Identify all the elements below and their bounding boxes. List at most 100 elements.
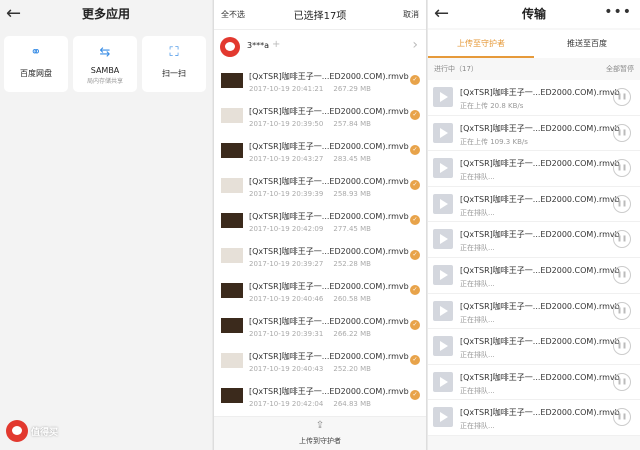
check-icon[interactable]: ✓ xyxy=(410,320,420,330)
list-item[interactable]: [QxTSR]咖啡王子一...ED2000.COM).rmvb 正在排队... ❚❚ xyxy=(428,186,640,223)
logo-text: 值得买 xyxy=(31,428,59,438)
app-baidu-netdisk[interactable]: ⚭ 百度网盘 xyxy=(4,36,68,92)
pause-icon[interactable]: ❚❚ xyxy=(613,123,631,142)
list-item[interactable]: [QxTSR]咖啡王子一...ED2000.COM).rmvb 正在排队... ❚❚ xyxy=(428,293,640,330)
list-item[interactable]: [QxTSR]咖啡王子一...ED2000.COM).rmvb 2017-10-1… xyxy=(214,169,426,204)
pause-icon[interactable]: ❚❚ xyxy=(613,372,631,391)
file-size: 258.93 MB xyxy=(333,190,371,198)
file-meta: 2017-10-19 20:39:50 257.84 MB xyxy=(249,120,371,128)
pause-icon[interactable]: ❚❚ xyxy=(613,408,631,427)
file-list: [QxTSR]咖啡王子一...ED2000.COM).rmvb 2017-10-1… xyxy=(214,64,426,414)
list-item[interactable]: [QxTSR]咖啡王子一...ED2000.COM).rmvb 2017-10-1… xyxy=(214,64,426,99)
logo-icon xyxy=(6,420,28,442)
check-icon[interactable]: ✓ xyxy=(410,285,420,295)
file-name: [QxTSR]咖啡王子一...ED2000.COM).rmvb xyxy=(460,372,620,382)
tab-push-baidu[interactable]: 推送至百度 xyxy=(534,30,640,58)
upload-status: 正在排队... xyxy=(460,315,495,324)
list-item[interactable]: [QxTSR]咖啡王子一...ED2000.COM).rmvb 2017-10-1… xyxy=(214,379,426,414)
list-item[interactable]: [QxTSR]咖啡王子一...ED2000.COM).rmvb 2017-10-1… xyxy=(214,204,426,239)
list-item[interactable]: [QxTSR]咖啡王子一...ED2000.COM).rmvb 正在排队... ❚❚ xyxy=(428,222,640,258)
check-icon[interactable]: ✓ xyxy=(410,180,420,190)
pause-icon[interactable]: ❚❚ xyxy=(613,337,631,356)
cancel-button[interactable]: 取消 xyxy=(403,9,419,20)
list-item[interactable]: [QxTSR]咖啡王子一...ED2000.COM).rmvb 2017-10-1… xyxy=(214,134,426,169)
upload-status: 正在上传 109.3 KB/s xyxy=(460,137,528,146)
file-name: [QxTSR]咖啡王子一...ED2000.COM).rmvb xyxy=(460,337,620,347)
app-scan[interactable]: ⛶ 扫一扫 xyxy=(142,36,206,92)
pause-all-button[interactable]: 全部暂停 xyxy=(606,64,634,74)
file-size: 257.84 MB xyxy=(333,120,371,128)
list-item[interactable]: [QxTSR]咖啡王子一...ED2000.COM).rmvb 正在上传 20.8… xyxy=(428,80,640,116)
more-icon[interactable]: ••• xyxy=(604,4,632,20)
list-item[interactable]: [QxTSR]咖啡王子一...ED2000.COM).rmvb 正在排队... ❚❚ xyxy=(428,257,640,294)
pause-icon[interactable]: ❚❚ xyxy=(613,194,631,213)
file-name: [QxTSR]咖啡王子一...ED2000.COM).rmvb xyxy=(249,72,409,81)
file-meta: 2017-10-19 20:39:27 252.28 MB xyxy=(249,260,371,268)
list-item[interactable]: [QxTSR]咖啡王子一...ED2000.COM).rmvb 2017-10-1… xyxy=(214,344,426,379)
file-date: 2017-10-19 20:39:50 xyxy=(249,120,324,128)
video-file-icon xyxy=(433,193,453,214)
video-file-icon xyxy=(433,264,453,285)
tab-upload-guardian[interactable]: 上传至守护者 xyxy=(428,30,534,58)
file-meta: 2017-10-19 20:40:43 252.20 MB xyxy=(249,365,371,373)
tab-bar: 上传至守护者 推送至百度 xyxy=(428,30,640,58)
file-date: 2017-10-19 20:39:27 xyxy=(249,260,324,268)
watermark-logo: 值得买 xyxy=(6,420,76,442)
list-item[interactable]: [QxTSR]咖啡王子一...ED2000.COM).rmvb 正在排队... ❚❚ xyxy=(428,364,640,401)
pause-icon[interactable]: ❚❚ xyxy=(613,88,631,106)
file-name: [QxTSR]咖啡王子一...ED2000.COM).rmvb xyxy=(460,408,620,418)
file-size: 267.29 MB xyxy=(333,85,371,93)
video-thumbnail xyxy=(221,178,243,193)
video-file-icon xyxy=(433,229,453,250)
video-file-icon xyxy=(433,371,453,392)
pause-icon[interactable]: ❚❚ xyxy=(613,301,631,320)
pause-icon[interactable]: ❚❚ xyxy=(613,230,631,249)
account-row[interactable]: 3***a + › xyxy=(214,32,426,62)
list-item[interactable]: [QxTSR]咖啡王子一...ED2000.COM).rmvb 2017-10-1… xyxy=(214,239,426,274)
check-icon[interactable]: ✓ xyxy=(410,250,420,260)
list-item[interactable]: [QxTSR]咖啡王子一...ED2000.COM).rmvb 正在上传 109.… xyxy=(428,115,640,152)
file-date: 2017-10-19 20:40:46 xyxy=(249,295,324,303)
list-item[interactable]: [QxTSR]咖啡王子一...ED2000.COM).rmvb 正在排队... ❚❚ xyxy=(428,151,640,187)
file-name: [QxTSR]咖啡王子一...ED2000.COM).rmvb xyxy=(249,317,409,326)
cloud-icon: ⚭ xyxy=(30,45,42,60)
video-thumbnail xyxy=(221,143,243,158)
file-meta: 2017-10-19 20:42:09 277.45 MB xyxy=(249,225,371,233)
check-icon[interactable]: ✓ xyxy=(410,75,420,85)
pause-icon[interactable]: ❚❚ xyxy=(613,159,631,178)
file-date: 2017-10-19 20:39:39 xyxy=(249,190,324,198)
upload-status: 正在排队... xyxy=(460,208,495,217)
file-meta: 2017-10-19 20:41:21 267.29 MB xyxy=(249,85,371,93)
check-icon[interactable]: ✓ xyxy=(410,390,420,400)
in-progress-label: 进行中（17） xyxy=(434,65,478,73)
check-icon[interactable]: ✓ xyxy=(410,145,420,155)
app-samba[interactable]: ⇆ SAMBA 局内存储共享 xyxy=(73,36,137,92)
file-date: 2017-10-19 20:39:31 xyxy=(249,330,324,338)
check-icon[interactable]: ✓ xyxy=(410,355,420,365)
file-size: 252.28 MB xyxy=(333,260,371,268)
list-item[interactable]: [QxTSR]咖啡王子一...ED2000.COM).rmvb 正在排队... ❚❚ xyxy=(428,400,640,436)
list-item[interactable]: [QxTSR]咖啡王子一...ED2000.COM).rmvb 2017-10-1… xyxy=(214,99,426,134)
check-icon[interactable]: ✓ xyxy=(410,215,420,225)
file-name: [QxTSR]咖啡王子一...ED2000.COM).rmvb xyxy=(460,88,620,97)
file-name: [QxTSR]咖啡王子一...ED2000.COM).rmvb xyxy=(460,230,620,240)
video-thumbnail xyxy=(221,248,243,263)
file-date: 2017-10-19 20:43:27 xyxy=(249,155,324,163)
chevron-right-icon: › xyxy=(412,37,418,53)
upload-status: 正在排队... xyxy=(460,279,495,288)
list-item[interactable]: [QxTSR]咖啡王子一...ED2000.COM).rmvb 2017-10-1… xyxy=(214,274,426,309)
transfer-screen: ← 传输 ••• 上传至守护者 推送至百度 进行中（17） 全部暂停 [QxTS… xyxy=(428,0,640,450)
video-thumbnail xyxy=(221,213,243,228)
file-size: 252.20 MB xyxy=(333,365,371,373)
pause-icon[interactable]: ❚❚ xyxy=(613,265,631,284)
app-grid: ⚭ 百度网盘 ⇆ SAMBA 局内存储共享 ⛶ 扫一扫 xyxy=(4,36,208,92)
app-label: 扫一扫 xyxy=(162,69,186,78)
check-icon[interactable]: ✓ xyxy=(410,110,420,120)
file-meta: 2017-10-19 20:39:31 266.22 MB xyxy=(249,330,371,338)
list-item[interactable]: [QxTSR]咖啡王子一...ED2000.COM).rmvb 正在排队... ❚❚ xyxy=(428,329,640,365)
list-item[interactable]: [QxTSR]咖啡王子一...ED2000.COM).rmvb 2017-10-1… xyxy=(214,309,426,344)
upload-to-guardian-button[interactable]: ⇪ 上传到守护者 xyxy=(214,416,426,450)
file-size: 266.22 MB xyxy=(333,330,371,338)
more-apps-screen: ← 更多应用 ⚭ 百度网盘 ⇆ SAMBA 局内存储共享 ⛶ 扫一扫 值得买 xyxy=(0,0,212,450)
file-name: [QxTSR]咖啡王子一...ED2000.COM).rmvb xyxy=(249,177,409,186)
